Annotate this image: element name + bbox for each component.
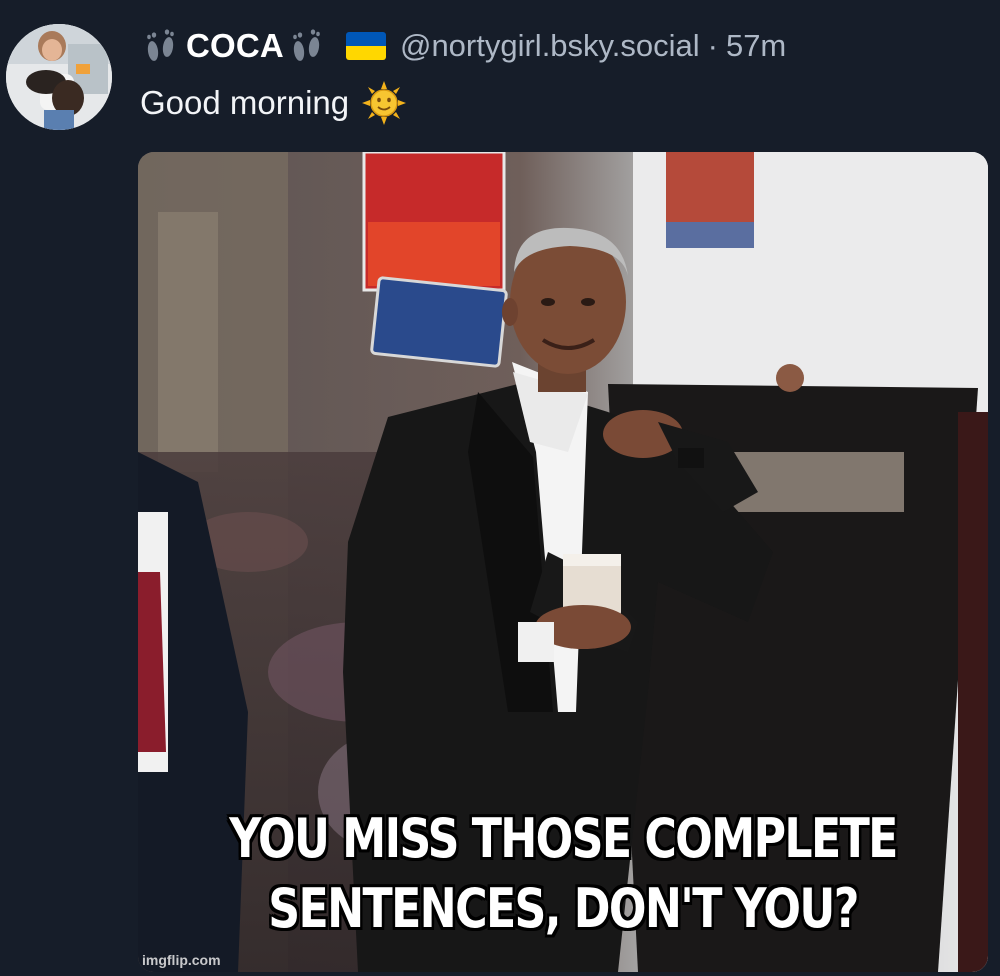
post-header: COCA @nortygirl.bsky.social · 57m — [140, 24, 786, 68]
meme-caption-line1: YOU MISS THOSE COMPLETE — [229, 807, 898, 870]
post-image[interactable]: YOU MISS THOSE COMPLETE SENTENCES, DON'T… — [138, 152, 988, 972]
post-timestamp[interactable]: 57m — [726, 28, 786, 64]
ukraine-flag-icon — [345, 32, 386, 60]
author-display-name[interactable]: COCA — [186, 27, 284, 65]
footprints-icon — [286, 27, 330, 65]
meme-caption-line2: SENTENCES, DON'T YOU? — [268, 877, 859, 940]
footprints-icon — [140, 27, 184, 65]
post-text: Good morning — [140, 84, 350, 121]
post: COCA @nortygirl.bsky.social · 57m Good m… — [0, 0, 1000, 976]
avatar[interactable] — [6, 24, 112, 130]
author-handle[interactable]: @nortygirl.bsky.social — [400, 28, 700, 64]
separator-dot: · — [707, 28, 718, 63]
sun-with-face-icon — [361, 80, 407, 126]
post-text-row: Good morning — [140, 80, 407, 126]
watermark: imgflip.com — [142, 952, 221, 968]
